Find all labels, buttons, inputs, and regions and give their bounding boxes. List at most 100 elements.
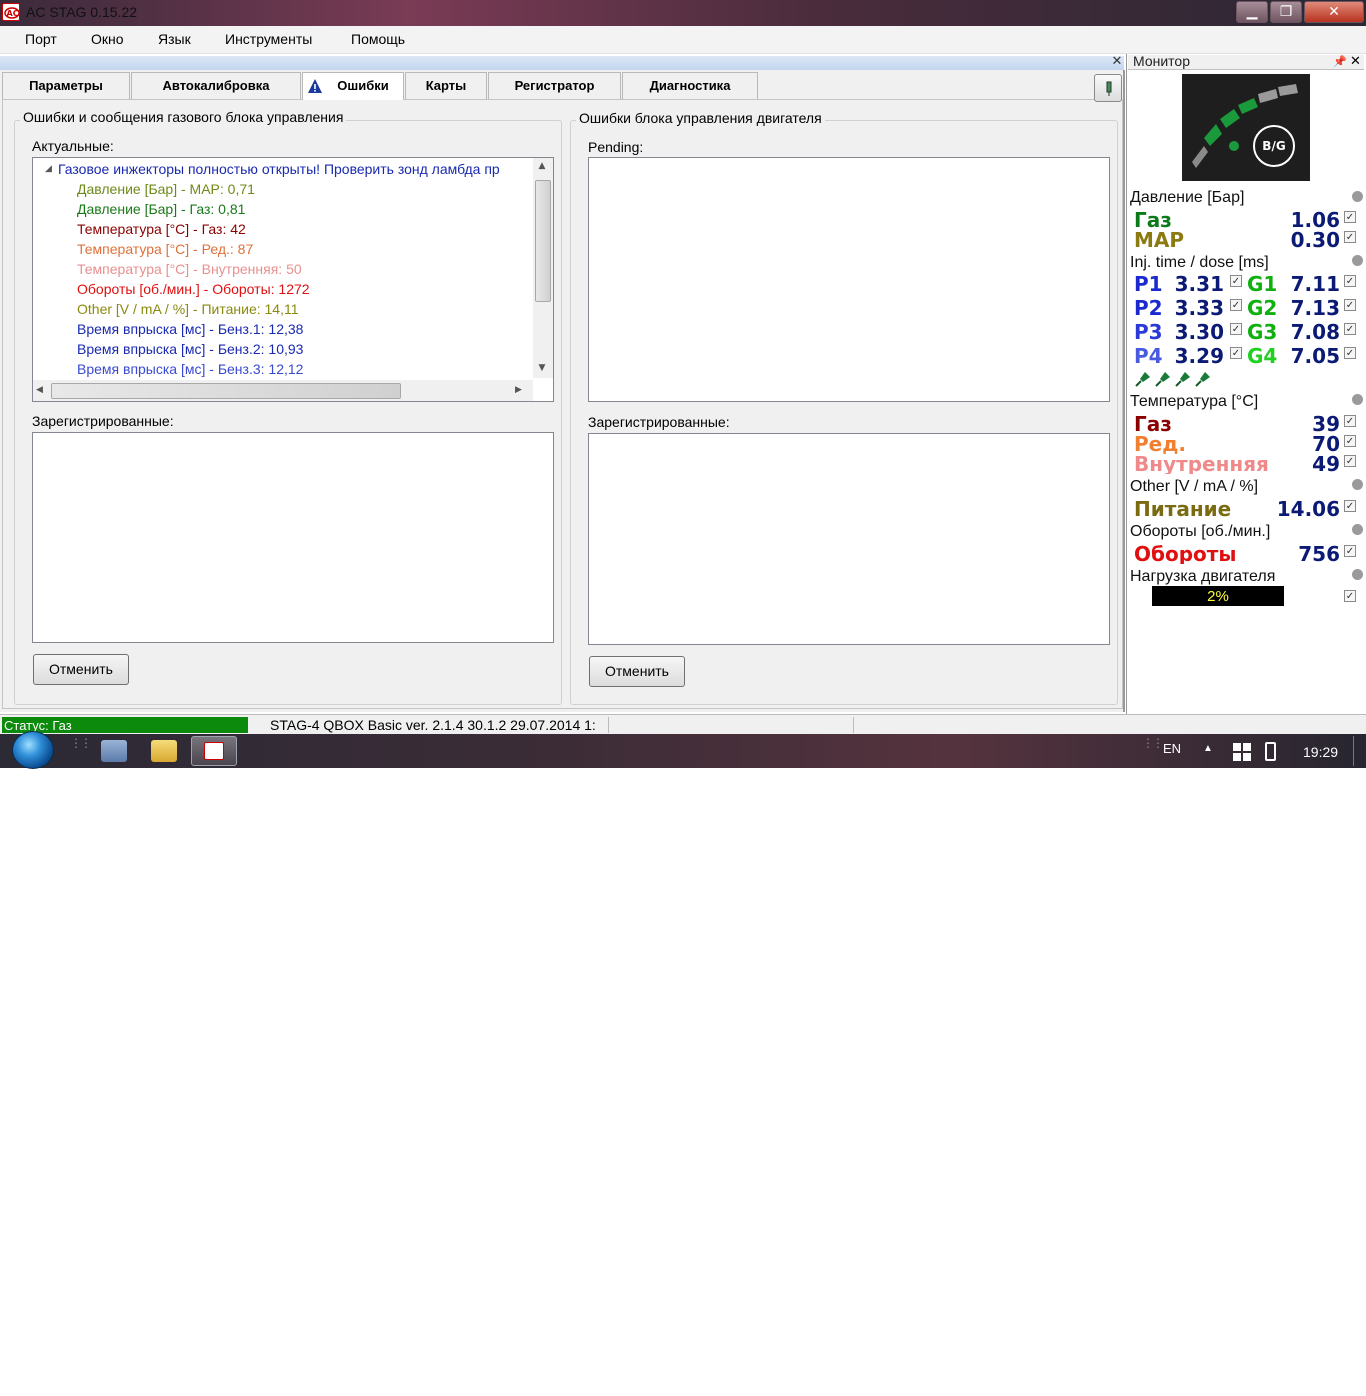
restore-icon: ❐ [1279,4,1293,20]
engine-registered-list [588,433,1110,645]
load-checkbox[interactable]: ✓ [1344,590,1356,602]
document-strip [0,56,1124,70]
hscroll-thumb[interactable] [51,383,401,399]
tree-expand-icon[interactable]: ◢ [45,164,52,174]
tree-item[interactable]: Температура [°C] - Газ: 42 [77,221,246,237]
tree-item[interactable]: Давление [Бар] - Газ: 0,81 [77,201,245,217]
collapse-icon[interactable] [1352,191,1363,202]
tree-item[interactable]: Температура [°C] - Внутренняя: 50 [77,261,302,277]
tool-button[interactable] [1094,74,1122,102]
inj-p3-checkbox[interactable]: ✓ [1230,323,1242,335]
bg-logo: B/G [1182,74,1310,181]
stag-app-icon [204,742,224,760]
menu-help[interactable]: Помощь [351,31,405,47]
pressure-map-checkbox[interactable]: ✓ [1344,231,1356,243]
injector-icon [1195,371,1211,391]
temp-inner-value: 49 [1312,452,1340,476]
tree-item[interactable]: Обороты [об./мин.] - Обороты: 1272 [77,281,310,297]
inj-p4-checkbox[interactable]: ✓ [1230,347,1242,359]
gas-errors-title: Ошибки и сообщения газового блока управл… [20,109,347,125]
tab-diagnostics[interactable]: Диагностика [622,72,758,99]
status-info: STAG-4 QBOX Basic ver. 2.1.4 30.1.2 29.0… [270,717,596,733]
scroll-left-icon[interactable]: ◀ [36,385,43,395]
tab-errors[interactable]: Ошибки [302,72,404,100]
collapse-icon[interactable] [1352,524,1363,535]
pressure-map-value: 0.30 [1290,228,1340,252]
battery-icon[interactable] [1265,742,1276,761]
inj-g2-checkbox[interactable]: ✓ [1344,299,1356,311]
pin-icon[interactable]: 📌 [1333,55,1347,68]
temp-inner-checkbox[interactable]: ✓ [1344,455,1356,467]
scroll-right-icon[interactable]: ▶ [515,385,522,395]
inj-g1-label: G1 [1247,272,1278,296]
engine-cancel-button[interactable]: Отменить [589,656,685,687]
scroll-down-icon[interactable]: ▼ [533,363,551,373]
menu-language[interactable]: Язык [158,31,191,47]
injector-icon [1135,371,1151,391]
start-button[interactable] [12,731,54,769]
inj-g1-checkbox[interactable]: ✓ [1344,275,1356,287]
power-checkbox[interactable]: ✓ [1344,500,1356,512]
tree-item[interactable]: Время впрыска [мс] - Бенз.3: 12,12 [77,361,303,377]
collapse-icon[interactable] [1352,394,1363,405]
document-close-icon[interactable]: ✕ [1110,55,1124,69]
windows-flag-icon[interactable] [1233,743,1251,761]
inj-p1-checkbox[interactable]: ✓ [1230,275,1242,287]
explorer-icon[interactable] [151,740,177,762]
collapse-icon[interactable] [1352,255,1363,266]
temperature-header: Температура [°C] [1130,393,1259,410]
horizontal-scrollbar[interactable]: ◀ ▶ [33,380,533,401]
menu-port[interactable]: Порт [25,31,57,47]
tab-parameters[interactable]: Параметры [2,72,130,99]
gas-cancel-button[interactable]: Отменить [33,654,129,685]
inj-p3-value: 3.30 [1174,320,1224,344]
pressure-gas-checkbox[interactable]: ✓ [1344,211,1356,223]
tray-expand-icon[interactable]: ▲ [1203,743,1213,754]
vertical-scrollbar[interactable]: ▲ ▼ [533,158,553,378]
restore-button[interactable]: ❐ [1270,1,1302,23]
menu-window[interactable]: Окно [91,31,124,47]
window-title: AC STAG 0.15.22 [26,4,138,20]
inj-p2-checkbox[interactable]: ✓ [1230,299,1242,311]
rpm-header: Обороты [об./мин.] [1130,523,1271,540]
tree-root-item[interactable]: Газовое инжекторы полностью открыты! Про… [58,161,530,177]
close-button[interactable]: ✕ [1304,1,1364,23]
tree-item[interactable]: Время впрыска [мс] - Бенз.1: 12,38 [77,321,303,337]
inj-g4-checkbox[interactable]: ✓ [1344,347,1356,359]
grip-icon: ⋮⋮ [70,736,92,750]
grip-icon: ⋮⋮ [1142,736,1164,750]
probe-icon [1104,81,1114,101]
tab-autocalibration[interactable]: Автокалибровка [131,72,301,99]
minimize-button[interactable]: ▁ [1236,1,1268,23]
show-desktop-button[interactable] [1353,736,1365,766]
inj-g2-label: G2 [1247,296,1278,320]
rpm-checkbox[interactable]: ✓ [1344,545,1356,557]
power-value: 14.06 [1276,497,1340,521]
engine-errors-title: Ошибки блока управления двигателя [576,110,825,126]
inj-p4-label: P4 [1134,344,1163,368]
tab-maps[interactable]: Карты [405,72,487,99]
language-indicator[interactable]: EN [1163,741,1181,756]
inj-g1-value: 7.11 [1290,272,1340,296]
tree-item[interactable]: Температура [°C] - Ред.: 87 [77,241,253,257]
monitor-close-icon[interactable]: ✕ [1350,54,1361,69]
temp-red-checkbox[interactable]: ✓ [1344,435,1356,447]
tree-item[interactable]: Other [V / mA / %] - Питание: 14,11 [77,301,299,317]
scroll-thumb[interactable] [535,180,551,302]
tab-recorder[interactable]: Регистратор [488,72,621,99]
inj-g2-value: 7.13 [1290,296,1340,320]
taskbar-stag-app[interactable] [191,736,237,766]
network-app-icon[interactable] [101,740,127,762]
temp-gas-checkbox[interactable]: ✓ [1344,415,1356,427]
inj-p2-label: P2 [1134,296,1163,320]
status-mode: Статус: Газ [2,717,248,733]
clock[interactable]: 19:29 [1303,744,1338,760]
collapse-icon[interactable] [1352,479,1363,490]
collapse-icon[interactable] [1352,569,1363,580]
tree-item[interactable]: Время впрыска [мс] - Бенз.2: 10,93 [77,341,303,357]
menu-tools[interactable]: Инструменты [225,31,312,47]
tree-item[interactable]: Давление [Бар] - MAP: 0,71 [77,181,255,197]
scroll-up-icon[interactable]: ▲ [533,161,551,171]
rpm-value: 756 [1298,542,1340,566]
inj-g3-checkbox[interactable]: ✓ [1344,323,1356,335]
